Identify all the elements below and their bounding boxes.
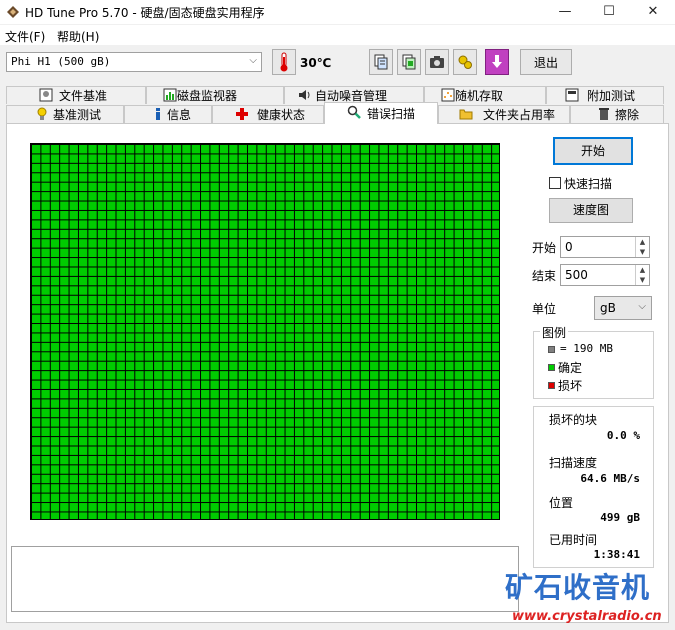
drive-select-value: Phi H1 (500 gB) [11, 55, 111, 68]
unit-select[interactable]: gB ⌵ [594, 296, 652, 320]
elapsed-time-label: 已用时间 [549, 533, 598, 547]
quick-scan-label: 快速扫描 [564, 177, 613, 191]
tab-erase[interactable]: 擦除 [570, 105, 664, 123]
tab-extra-tests[interactable]: 附加测试 [546, 86, 664, 104]
menu-bar: 文件(F) 帮助(H) [0, 25, 675, 45]
copy-text-icon [374, 54, 388, 70]
benchmark-icon [37, 107, 47, 120]
tab-label: 健康状态 [257, 108, 306, 122]
file-benchmark-icon [39, 88, 53, 102]
tab-file-benchmark[interactable]: 文件基准 [6, 86, 146, 104]
legend-title: 图例 [540, 324, 569, 341]
block-map-grid [30, 143, 500, 520]
watermark-url: www.crystalradio.cn [512, 609, 662, 624]
tab-error-scan[interactable]: 错误扫描 [324, 102, 438, 124]
tab-folder-usage[interactable]: 文件夹占用率 [438, 105, 570, 123]
position-value: 499 gB [600, 511, 640, 524]
copy-info-button[interactable] [397, 49, 421, 75]
quick-scan-checkbox[interactable] [549, 177, 561, 189]
speed-map-button[interactable]: 速度图 [549, 198, 633, 223]
unit-select-value: gB [600, 301, 616, 315]
scan-speed-label: 扫描速度 [549, 456, 598, 470]
elapsed-time-value: 1:38:41 [593, 548, 640, 561]
menu-file[interactable]: 文件(F) [5, 28, 45, 45]
exit-button-label: 退出 [533, 55, 558, 70]
tab-label: 擦除 [615, 108, 640, 122]
ok-swatch [548, 364, 555, 371]
end-position-value: 500 [565, 268, 588, 282]
tab-label: 附加测试 [587, 89, 636, 103]
end-position-input[interactable]: 500 ▲ ▼ [560, 264, 650, 286]
toolbar: Phi H1 (500 gB) ⌵ 30℃ 退出 [0, 46, 675, 80]
disk-monitor-icon [163, 88, 177, 102]
tab-random-access[interactable]: 随机存取 [424, 86, 546, 104]
tab-label: 基准测试 [53, 108, 102, 122]
start-position-value: 0 [565, 240, 573, 254]
damaged-blocks-value: 0.0 % [606, 429, 640, 442]
app-logo-icon [7, 6, 19, 18]
tab-disk-monitor[interactable]: 磁盘监视器 [146, 86, 284, 104]
damaged-blocks-label: 损坏的块 [549, 413, 598, 427]
tab-info[interactable]: 信息 [124, 105, 212, 123]
extra-tests-icon [565, 88, 579, 102]
tab-label: 磁盘监视器 [177, 89, 238, 103]
speaker-icon [299, 90, 310, 100]
tab-benchmark[interactable]: 基准测试 [6, 105, 124, 123]
block-size-text: = 190 MB [560, 342, 613, 355]
start-button[interactable]: 开始 [553, 137, 633, 165]
temperature-button[interactable] [272, 49, 296, 75]
speed-map-button-label: 速度图 [572, 203, 609, 217]
end-field-label: 结束 [532, 269, 557, 283]
tab-label: 文件夹占用率 [483, 108, 556, 122]
start-button-label: 开始 [580, 144, 605, 158]
log-output-box[interactable] [11, 546, 519, 612]
bad-legend-label: 损坏 [558, 379, 583, 393]
info-icon [156, 108, 160, 120]
position-label: 位置 [549, 496, 574, 510]
menu-help[interactable]: 帮助(H) [57, 28, 99, 45]
magnifier-icon [347, 105, 361, 119]
random-access-icon [441, 88, 455, 102]
exit-button[interactable]: 退出 [520, 49, 572, 75]
scan-speed-value: 64.6 MB/s [580, 472, 640, 485]
tab-label: 随机存取 [455, 89, 504, 103]
unit-label: 单位 [532, 302, 557, 316]
watermark-brand: 矿石收音机 [505, 571, 651, 604]
start-position-input[interactable]: 0 ▲ ▼ [560, 236, 650, 258]
chevron-down-icon: ⌵ [249, 55, 257, 66]
save-down-icon [492, 55, 502, 68]
temperature-readout: 30℃ [300, 56, 332, 70]
copy-text-button[interactable] [369, 49, 393, 75]
drive-select[interactable]: Phi H1 (500 gB) ⌵ [6, 52, 262, 72]
health-icon [236, 108, 248, 120]
trash-icon [599, 108, 609, 120]
screenshot-button[interactable] [425, 49, 449, 75]
folder-icon [459, 109, 473, 120]
tab-label: 错误扫描 [367, 107, 416, 121]
minimize-button[interactable]: — [543, 0, 587, 24]
save-button[interactable] [485, 49, 509, 75]
tab-label: 文件基准 [59, 89, 108, 103]
maximize-button[interactable]: ☐ [587, 0, 631, 24]
screenshot-icon [430, 56, 444, 68]
window-title: HD Tune Pro 5.70 - 硬盘/固态硬盘实用程序 [25, 6, 265, 20]
close-button[interactable]: ✕ [631, 0, 675, 24]
start-field-label: 开始 [532, 241, 557, 255]
title-bar: HD Tune Pro 5.70 - 硬盘/固态硬盘实用程序 — ☐ ✕ [0, 0, 675, 24]
block-size-swatch [548, 346, 555, 353]
tab-health[interactable]: 健康状态 [212, 105, 324, 123]
spin-arrows-icon[interactable]: ▲ ▼ [635, 265, 649, 285]
chevron-down-icon: ⌵ [638, 301, 646, 312]
thermometer-icon [280, 52, 288, 72]
ok-legend-label: 确定 [558, 361, 583, 375]
options-button[interactable] [453, 49, 477, 75]
spin-arrows-icon[interactable]: ▲ ▼ [635, 237, 649, 257]
copy-info-icon [402, 54, 416, 70]
bad-swatch [548, 382, 555, 389]
tab-label: 信息 [167, 108, 192, 122]
options-icon [458, 55, 472, 69]
